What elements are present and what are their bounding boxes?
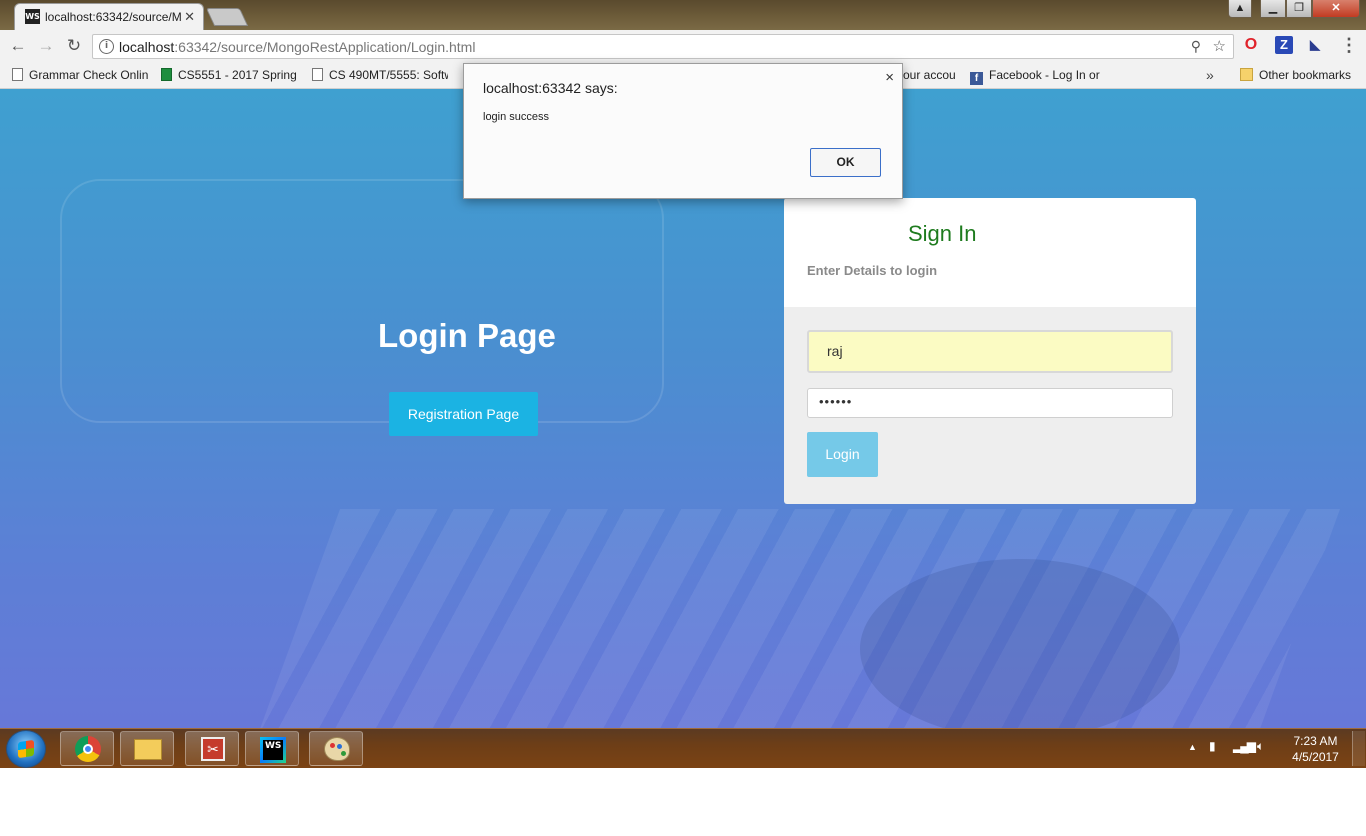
dialog-message: login success (483, 111, 550, 123)
windows-logo-icon (18, 739, 34, 759)
browser-toolbar: ← → ↻ i localhost:63342/source/MongoRest… (0, 30, 1366, 63)
bookmark-label: CS 490MT/5555: Softw (329, 68, 448, 82)
folder-icon (134, 739, 162, 760)
page-icon (312, 68, 323, 81)
clock-date: 4/5/2017 (1292, 750, 1339, 764)
windows-taskbar: ✂ WS ▲ ▮ ▂▄▆ 🔈︎ 7:23 AM 4/5/2017 (0, 728, 1366, 768)
bookmark-label: Facebook - Log In or (989, 68, 1100, 82)
bookmark-account[interactable]: our accou (903, 68, 959, 82)
bookmark-grammar-check[interactable]: Grammar Check Onlin (12, 68, 148, 82)
background-hand-shape (860, 559, 1180, 728)
bookmark-label: our accou (903, 68, 956, 82)
taskbar-paint[interactable] (309, 731, 363, 766)
facebook-icon: f (970, 72, 983, 85)
registration-page-button[interactable]: Registration Page (389, 392, 538, 436)
clock-time: 7:23 AM (1293, 734, 1338, 748)
bookmark-label: CS5551 - 2017 Spring (178, 68, 297, 82)
bookmark-cs490[interactable]: CS 490MT/5555: Softw (312, 68, 448, 82)
tab-active[interactable]: WS localhost:63342/source/M ✕ (14, 3, 204, 30)
menu-dots-icon[interactable]: ⋮ (1340, 36, 1358, 54)
bookmark-star-icon[interactable]: ☆ (1213, 37, 1226, 55)
taskbar-snipping-tool[interactable]: ✂ (185, 731, 239, 766)
extension-icon[interactable]: ◣ (1306, 36, 1324, 54)
tab-title: localhost:63342/source/M (45, 10, 182, 24)
back-arrow-icon[interactable]: ← (8, 36, 28, 56)
webstorm-favicon-icon: WS (25, 9, 40, 24)
forward-arrow-icon[interactable]: → (36, 36, 56, 56)
z-extension-icon[interactable]: Z (1275, 36, 1293, 54)
password-input[interactable]: •••••• (807, 388, 1173, 418)
taskbar-chrome[interactable] (60, 731, 114, 766)
dialog-title: localhost:63342 says: (483, 80, 618, 96)
snipping-tool-icon: ✂ (201, 737, 225, 761)
start-button[interactable] (6, 730, 46, 768)
address-bar[interactable]: i localhost:63342/source/MongoRestApplic… (92, 34, 1234, 59)
other-bookmarks[interactable]: Other bookmarks (1240, 68, 1364, 82)
url-path: :63342/source/MongoRestApplication/Login… (174, 39, 476, 55)
chrome-icon (75, 736, 101, 762)
page-title: Login Page (378, 317, 556, 354)
volume-icon[interactable]: 🔈︎ (1257, 739, 1264, 754)
background-laptop-shape (60, 179, 664, 423)
url-text[interactable]: localhost:63342/source/MongoRestApplicat… (119, 39, 475, 55)
taskbar-webstorm[interactable]: WS (245, 731, 299, 766)
opera-extension-icon[interactable]: O (1242, 36, 1260, 54)
system-tray: ▲ ▮ ▂▄▆ 🔈︎ (1185, 739, 1285, 759)
show-desktop-button[interactable] (1352, 731, 1365, 766)
restore-button[interactable]: ❐ (1286, 0, 1312, 18)
minimize-button[interactable]: ▁ (1260, 0, 1286, 18)
zoom-icon[interactable]: ⚲ (1191, 38, 1201, 55)
folder-icon (1240, 68, 1253, 81)
username-input[interactable]: raj (807, 330, 1173, 373)
bookmark-label: Grammar Check Onlin (29, 68, 148, 82)
bookmark-label: Other bookmarks (1259, 68, 1352, 82)
login-button[interactable]: Login (807, 432, 878, 477)
reload-icon[interactable]: ↻ (64, 36, 84, 56)
url-host: localhost (119, 39, 175, 55)
signal-icon[interactable]: ▂▄▆ (1233, 739, 1256, 753)
page-icon (12, 68, 23, 81)
dialog-ok-button[interactable]: OK (810, 148, 881, 177)
background-keyboard-shape (259, 509, 1341, 728)
webstorm-icon: WS (260, 737, 286, 763)
signin-subtitle: Enter Details to login (807, 263, 938, 278)
paint-palette-icon (324, 737, 350, 761)
bookmark-facebook[interactable]: f Facebook - Log In or (970, 68, 1108, 85)
browser-titlebar: WS localhost:63342/source/M ✕ ▲ ▁ ❐ ✕ (0, 0, 1366, 30)
bookmarks-overflow-button[interactable]: » (1206, 67, 1214, 83)
signin-card-body: raj •••••• Login (784, 307, 1196, 504)
new-tab-button[interactable] (205, 8, 249, 26)
dialog-close-icon[interactable]: × (885, 69, 894, 86)
alert-dialog: localhost:63342 says: login success × OK (463, 63, 903, 199)
taskbar-file-explorer[interactable] (120, 731, 174, 766)
signin-title: Sign In (908, 221, 977, 246)
clock[interactable]: 7:23 AM 4/5/2017 (1288, 733, 1343, 765)
signin-card-header: Sign In Enter Details to login (784, 198, 1196, 307)
bookmark-cs5551[interactable]: CS5551 - 2017 Spring (161, 68, 297, 82)
power-icon[interactable]: ▮ (1209, 739, 1216, 753)
profile-icon[interactable]: ▲ (1228, 0, 1252, 18)
tray-expand-icon[interactable]: ▲ (1188, 742, 1197, 752)
window-close-button[interactable]: ✕ (1312, 0, 1360, 18)
info-icon[interactable]: i (99, 39, 114, 54)
sheets-icon (161, 68, 172, 81)
signin-card: Sign In Enter Details to login raj •••••… (784, 198, 1196, 504)
tab-close-icon[interactable]: ✕ (184, 9, 195, 25)
